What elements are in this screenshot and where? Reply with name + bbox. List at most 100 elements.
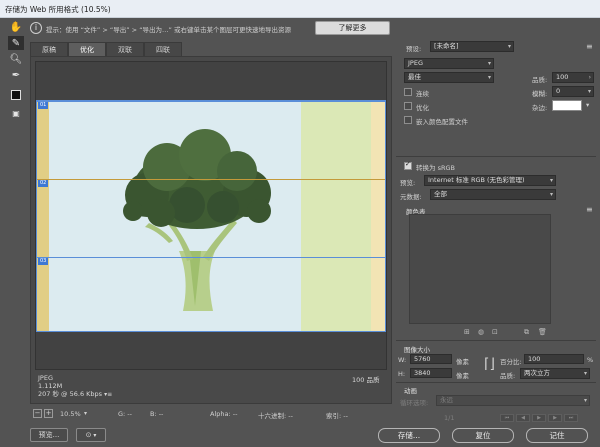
eyedropper-tool-icon[interactable]: ✒ [8,68,24,82]
matte-color-swatch[interactable] [552,100,582,111]
blur-input[interactable]: 0 ▾ [552,86,594,97]
embed-profile-checkbox[interactable] [404,116,412,124]
prev-frame-icon[interactable]: ◀ [516,414,530,422]
web-shift-icon[interactable]: ◍ [478,328,484,336]
tool-column: ✋ ✎ 🔍︎ ✒ ▣ [6,20,26,140]
window-title: 存储为 Web 所用格式 (10.5%) [5,5,111,14]
chevron-down-icon: ▾ [487,74,491,81]
progressive-label: 连续 [416,90,429,98]
slice-line-3 [37,257,385,258]
preview-profile-select[interactable]: Internet 标准 RGB (无色彩管理) ▾ [424,175,556,186]
zoom-out-button[interactable]: − [33,409,42,418]
chevron-down-icon: ▾ [549,191,553,198]
percent-label: 百分比: [500,358,522,366]
zoom-level[interactable]: 10.5% [60,410,81,418]
loop-select[interactable]: 永远 ▾ [436,395,590,406]
tip-text: 提示：使用 “文件” > “导出” > “导出为…” 或右键单击某个图层可更快速… [46,26,291,34]
optimized-label: 优化 [416,104,429,112]
learn-more-button[interactable]: 了解更多 [315,21,390,35]
percent-input[interactable]: 100 [524,354,584,364]
first-frame-icon[interactable]: ⏮ [500,414,514,422]
save-button[interactable]: 存储... [378,428,440,443]
convert-srgb-checkbox[interactable] [404,160,412,170]
chevron-down-icon: ▾ [487,60,491,67]
status-bar: − + 10.5% ▾ G: -- B: -- Alpha: -- 十六进制: … [30,408,392,420]
new-color-icon[interactable]: ⧉ [524,328,529,337]
slice-tag-03[interactable]: 03 [38,258,49,265]
chevron-down-icon: ▾ [507,43,511,50]
chevron-down-icon: ▾ [583,370,587,377]
panel-menu-icon[interactable]: ≡ [586,42,593,51]
frame-counter: 1/1 [444,414,455,422]
color-table [409,214,551,324]
broccoli-image [123,129,271,311]
preset-select[interactable]: [未命名] ▾ [430,41,514,52]
image-info: JPEG 1.112M 207 秒 @ 56.6 Kbps ▾≡ [38,374,112,399]
window-titlebar: 存储为 Web 所用格式 (10.5%) [0,0,600,18]
optimized-checkbox[interactable] [404,102,412,110]
chevron-down-icon: ▾ [549,177,553,184]
chevron-right-icon: › [588,74,591,81]
hex-readout: 十六进制: -- [258,412,293,420]
settings-panel: 预设: [未命名] ▾ ≡ JPEG ▾ 最佳 ▾ 品质: 100 › 连续 模糊: 0… [396,38,600,422]
resample-select[interactable]: 两次立方 ▾ [520,368,590,379]
width-input[interactable]: 5760 [410,354,452,364]
next-frame-icon[interactable]: ▶ [548,414,562,422]
preset-label: 预设: [406,45,422,53]
browser-preview-button[interactable]: ⊙ ▾ [76,428,106,442]
view-tabs: 原稿 优化 双联 四联 [30,42,182,56]
preview-profile-label: 预览: [400,179,416,187]
image-quality-readout: 100 品质 [352,376,380,384]
progressive-checkbox[interactable] [404,88,412,96]
width-label: W: [398,356,407,364]
metadata-select[interactable]: 全部 ▾ [430,189,556,200]
slice-select-tool-icon[interactable]: ✎ [8,36,24,50]
divider [396,340,596,341]
zoom-in-button[interactable]: + [44,409,53,418]
blur-label: 模糊: [532,90,548,98]
link-icon[interactable]: ⌈⌋ [484,356,495,372]
zoom-chevron-icon[interactable]: ▾ [84,410,87,417]
image-size-title: 图像大小 [404,346,430,354]
remember-button[interactable]: 记住 [526,428,588,443]
tab-4up[interactable]: 四联 [144,42,182,56]
quality-preset-select[interactable]: 最佳 ▾ [404,72,494,83]
g-readout: G: -- [118,410,132,418]
chevron-down-icon[interactable]: ▾ [586,101,589,109]
percent-unit: % [587,356,594,364]
format-select[interactable]: JPEG ▾ [404,58,494,69]
slice-tag-02[interactable]: 02 [38,180,49,187]
download-time: 207 秒 @ 56.6 Kbps ▾≡ [38,390,113,398]
height-input[interactable]: 3840 [410,368,452,378]
quality-input[interactable]: 100 › [552,72,594,83]
b-readout: B: -- [150,410,164,418]
resample-label: 品质: [500,372,516,380]
play-icon[interactable]: ▶ [532,414,546,422]
eyedropper-color-swatch[interactable] [11,90,21,100]
matte-label: 杂边: [532,104,548,112]
zoom-tool-icon[interactable]: 🔍︎ [8,52,24,66]
metadata-label: 元数据: [400,193,422,201]
reset-button[interactable]: 复位 [452,428,514,443]
index-readout: 索引: -- [326,412,348,420]
color-table-menu-icon[interactable]: ≡ [586,205,593,214]
tab-original[interactable]: 原稿 [30,42,68,56]
last-frame-icon[interactable]: ⏭ [564,414,578,422]
width-unit: 像素 [456,358,469,366]
hand-tool-icon[interactable]: ✋ [8,20,24,34]
slice-line-2 [37,179,385,180]
preview-button[interactable]: 预览... [30,428,68,442]
convert-srgb-label: 转换为 sRGB [416,164,455,172]
preview-image[interactable]: 01 02 03 [36,100,386,332]
image-format: JPEG [38,374,53,382]
trash-icon[interactable]: 🗑︎ [538,328,547,336]
map-color-icon[interactable]: ⊞ [464,328,470,336]
tab-optimized[interactable]: 优化 [68,42,106,56]
height-label: H: [398,370,406,378]
lock-color-icon[interactable]: ⊡ [492,328,498,336]
tab-2up[interactable]: 双联 [106,42,144,56]
slice-tag-01[interactable]: 01 [38,102,49,109]
toggle-slices-icon[interactable]: ▣ [8,106,24,120]
animation-title: 动画 [404,387,417,395]
image-filesize: 1.112M [38,382,63,390]
